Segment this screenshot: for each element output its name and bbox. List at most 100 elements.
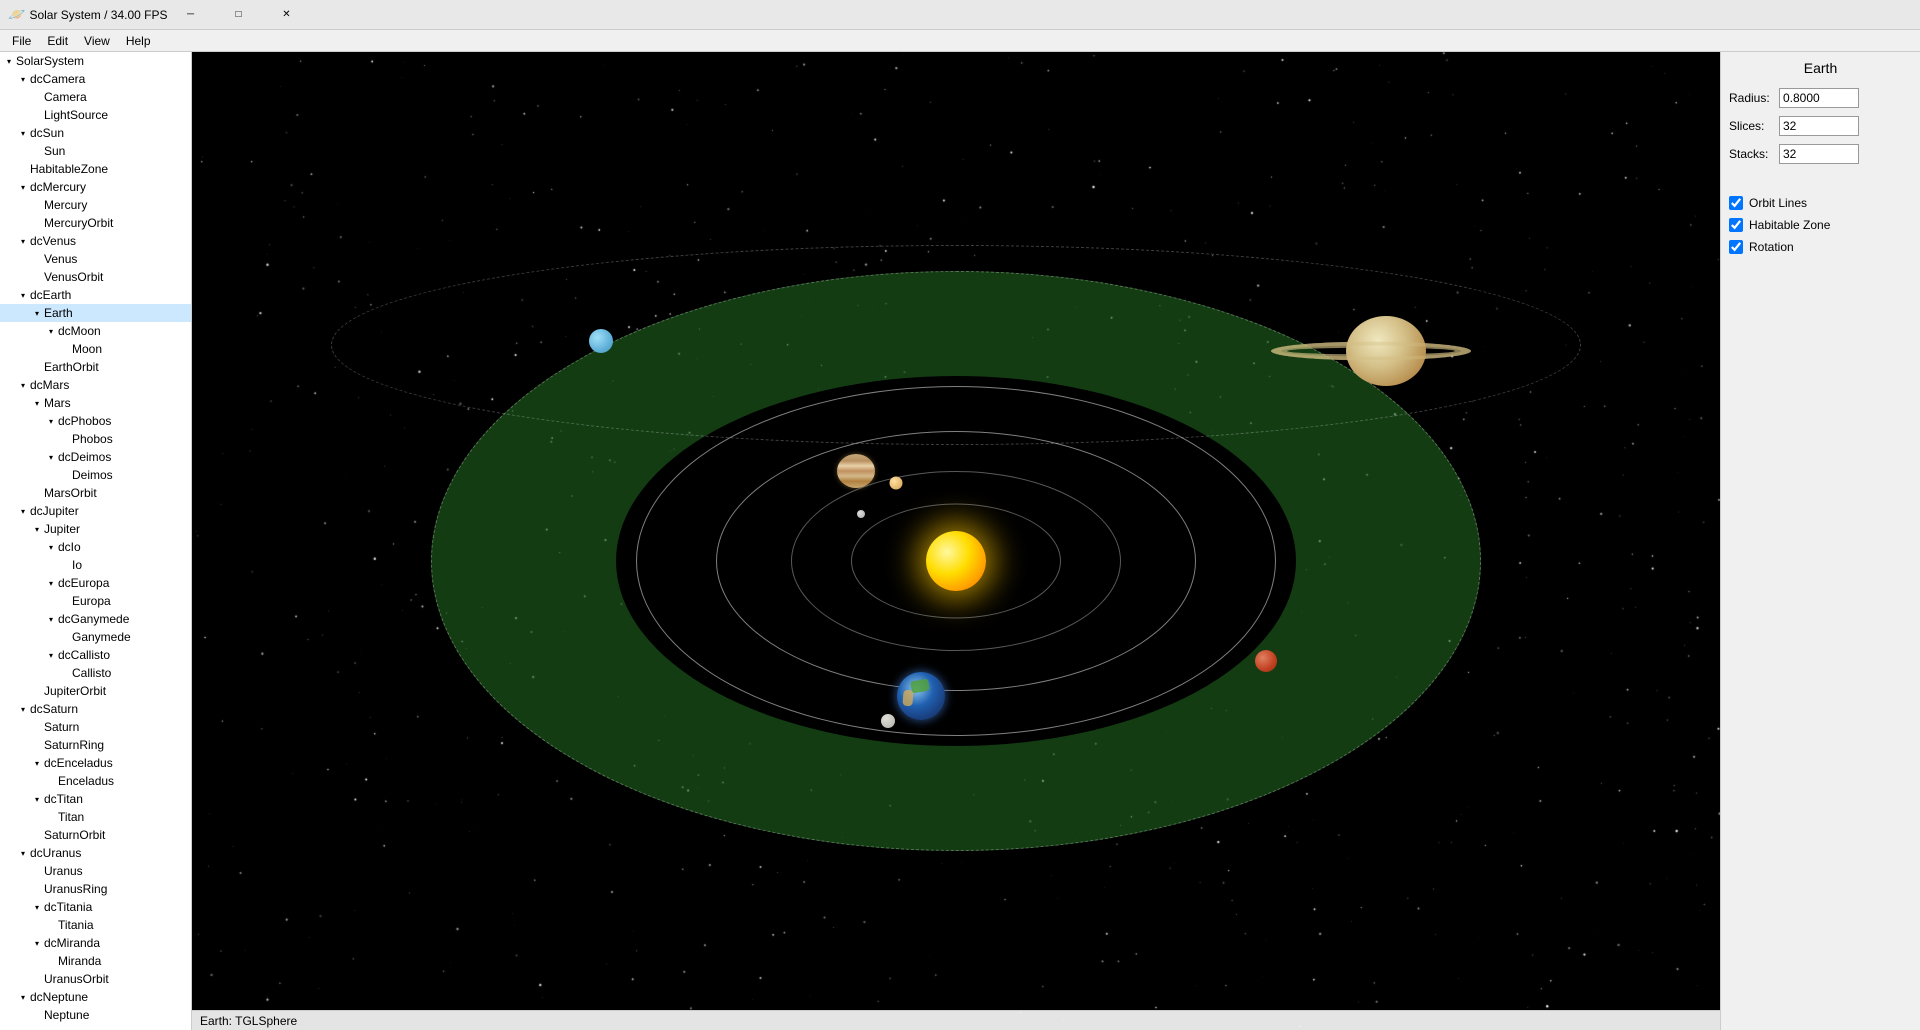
tree-arrow-dceuropa: ▾ bbox=[44, 576, 58, 590]
tree-arrow-saturn bbox=[30, 720, 44, 734]
tree-label-dccallisto: dcCallisto bbox=[58, 648, 187, 662]
tree-label-miranda: Miranda bbox=[58, 954, 187, 968]
tree-item-dcdeimos[interactable]: ▾dcDeimos bbox=[0, 448, 191, 466]
jupiter-planet[interactable] bbox=[837, 454, 875, 488]
tree-item-dcmiranda[interactable]: ▾dcMiranda bbox=[0, 934, 191, 952]
tree-arrow-dctitan: ▾ bbox=[30, 792, 44, 806]
menu-help[interactable]: Help bbox=[118, 32, 159, 50]
slices-input[interactable] bbox=[1779, 116, 1859, 136]
tree-item-jupiterorbit[interactable]: JupiterOrbit bbox=[0, 682, 191, 700]
tree-item-miranda[interactable]: Miranda bbox=[0, 952, 191, 970]
tree-arrow-dcearth: ▾ bbox=[16, 288, 30, 302]
tree-arrow-sun bbox=[30, 144, 44, 158]
tree-item-dcneptune[interactable]: ▾dcNeptune bbox=[0, 988, 191, 1006]
tree-item-dcsaturn[interactable]: ▾dcSaturn bbox=[0, 700, 191, 718]
tree-item-saturnorbit[interactable]: SaturnOrbit bbox=[0, 826, 191, 844]
tree-item-dcganymede[interactable]: ▾dcGanymede bbox=[0, 610, 191, 628]
tree-label-dcmercury: dcMercury bbox=[30, 180, 187, 194]
tree-item-dcmoon[interactable]: ▾dcMoon bbox=[0, 322, 191, 340]
minimize-button[interactable]: ─ bbox=[168, 0, 214, 30]
tree-item-dcphobos[interactable]: ▾dcPhobos bbox=[0, 412, 191, 430]
venus-planet[interactable] bbox=[890, 476, 903, 489]
app-icon: 🪐 bbox=[8, 6, 25, 23]
tree-item-dcearth[interactable]: ▾dcEarth bbox=[0, 286, 191, 304]
tree-item-dcenceladus[interactable]: ▾dcEnceladus bbox=[0, 754, 191, 772]
viewport[interactable]: Earth: TGLSphere bbox=[192, 52, 1720, 1030]
tree-item-dccamera[interactable]: ▾dcCamera bbox=[0, 70, 191, 88]
tree-item-dceuropa[interactable]: ▾dcEuropa bbox=[0, 574, 191, 592]
tree-item-dcmars[interactable]: ▾dcMars bbox=[0, 376, 191, 394]
tree-item-sun[interactable]: Sun bbox=[0, 142, 191, 160]
tree-arrow-saturnring bbox=[30, 738, 44, 752]
tree-item-deimos[interactable]: Deimos bbox=[0, 466, 191, 484]
tree-item-camera[interactable]: Camera bbox=[0, 88, 191, 106]
stacks-input[interactable] bbox=[1779, 144, 1859, 164]
tree-item-earth[interactable]: ▾Earth bbox=[0, 304, 191, 322]
properties-panel: Earth Radius: Slices: Stacks: Orbit Line… bbox=[1720, 52, 1920, 1030]
tree-item-dcuranus[interactable]: ▾dcUranus bbox=[0, 844, 191, 862]
rotation-checkbox[interactable] bbox=[1729, 240, 1743, 254]
tree-item-uranusorbit[interactable]: UranusOrbit bbox=[0, 970, 191, 988]
tree-item-uranus[interactable]: Uranus bbox=[0, 862, 191, 880]
tree-item-ganymede[interactable]: Ganymede bbox=[0, 628, 191, 646]
tree-item-solarsystem[interactable]: ▾SolarSystem bbox=[0, 52, 191, 70]
uranus-planet[interactable] bbox=[589, 329, 613, 353]
tree-item-dctitan[interactable]: ▾dcTitan bbox=[0, 790, 191, 808]
tree-item-habitablezone[interactable]: HabitableZone bbox=[0, 160, 191, 178]
tree-label-habitablezone: HabitableZone bbox=[30, 162, 187, 176]
tree-item-dctitania[interactable]: ▾dcTitania bbox=[0, 898, 191, 916]
close-button[interactable]: ✕ bbox=[264, 0, 310, 30]
tree-item-dccallisto[interactable]: ▾dcCallisto bbox=[0, 646, 191, 664]
tree-item-saturnring[interactable]: SaturnRing bbox=[0, 736, 191, 754]
tree-item-dcsun[interactable]: ▾dcSun bbox=[0, 124, 191, 142]
tree-label-dceuropa: dcEuropa bbox=[58, 576, 187, 590]
tree-item-io[interactable]: Io bbox=[0, 556, 191, 574]
tree-arrow-titania bbox=[44, 918, 58, 932]
viewport-status: Earth: TGLSphere bbox=[192, 1010, 1720, 1030]
scene-tree[interactable]: ▾SolarSystem▾dcCameraCameraLightSource▾d… bbox=[0, 52, 192, 1030]
tree-item-dcjupiter[interactable]: ▾dcJupiter bbox=[0, 502, 191, 520]
tree-item-earthorbit[interactable]: EarthOrbit bbox=[0, 358, 191, 376]
tree-item-venusorbit[interactable]: VenusOrbit bbox=[0, 268, 191, 286]
radius-input[interactable] bbox=[1779, 88, 1859, 108]
tree-item-mercuryorbit[interactable]: MercuryOrbit bbox=[0, 214, 191, 232]
tree-item-neptune[interactable]: Neptune bbox=[0, 1006, 191, 1024]
tree-item-mars[interactable]: ▾Mars bbox=[0, 394, 191, 412]
mercury-planet[interactable] bbox=[857, 510, 865, 518]
mars-planet[interactable] bbox=[1255, 650, 1277, 672]
habitable-zone-checkbox[interactable] bbox=[1729, 218, 1743, 232]
tree-item-venus[interactable]: Venus bbox=[0, 250, 191, 268]
tree-item-dcvenus[interactable]: ▾dcVenus bbox=[0, 232, 191, 250]
tree-item-dcmercury[interactable]: ▾dcMercury bbox=[0, 178, 191, 196]
habitable-zone-row: Habitable Zone bbox=[1729, 218, 1912, 232]
sun-planet[interactable] bbox=[926, 531, 986, 591]
moon[interactable] bbox=[881, 714, 895, 728]
tree-arrow-neptune bbox=[30, 1008, 44, 1022]
earth-planet[interactable] bbox=[897, 672, 945, 720]
tree-item-titania[interactable]: Titania bbox=[0, 916, 191, 934]
maximize-button[interactable]: □ bbox=[216, 0, 262, 30]
menu-edit[interactable]: Edit bbox=[39, 32, 76, 50]
tree-item-dcio[interactable]: ▾dcIo bbox=[0, 538, 191, 556]
tree-item-marsorbit[interactable]: MarsOrbit bbox=[0, 484, 191, 502]
tree-item-titan[interactable]: Titan bbox=[0, 808, 191, 826]
tree-item-uranusring[interactable]: UranusRing bbox=[0, 880, 191, 898]
tree-label-dctitania: dcTitania bbox=[44, 900, 187, 914]
tree-label-dcio: dcIo bbox=[58, 540, 187, 554]
tree-item-mercury[interactable]: Mercury bbox=[0, 196, 191, 214]
tree-item-enceladus[interactable]: Enceladus bbox=[0, 772, 191, 790]
orbit-lines-checkbox[interactable] bbox=[1729, 196, 1743, 210]
tree-item-moon[interactable]: Moon bbox=[0, 340, 191, 358]
tree-item-jupiter[interactable]: ▾Jupiter bbox=[0, 520, 191, 538]
menu-view[interactable]: View bbox=[76, 32, 118, 50]
tree-label-venus: Venus bbox=[44, 252, 187, 266]
tree-item-callisto[interactable]: Callisto bbox=[0, 664, 191, 682]
menu-file[interactable]: File bbox=[4, 32, 39, 50]
tree-item-europa[interactable]: Europa bbox=[0, 592, 191, 610]
tree-label-earthorbit: EarthOrbit bbox=[44, 360, 187, 374]
tree-item-lightsource[interactable]: LightSource bbox=[0, 106, 191, 124]
tree-item-saturn[interactable]: Saturn bbox=[0, 718, 191, 736]
tree-arrow-dccallisto: ▾ bbox=[44, 648, 58, 662]
tree-arrow-ganymede bbox=[58, 630, 72, 644]
tree-item-phobos[interactable]: Phobos bbox=[0, 430, 191, 448]
